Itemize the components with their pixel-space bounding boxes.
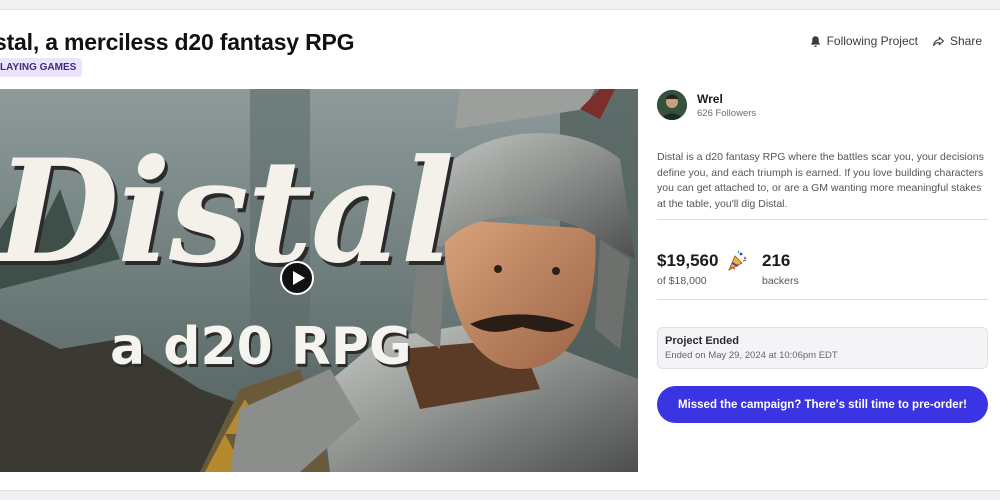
project-page: stal, a merciless d20 fantasy RPG LAYING… (0, 10, 1000, 490)
top-bar (0, 0, 1000, 10)
video-title-art: Distal (0, 129, 455, 295)
pledged-amount: $19,560 (657, 251, 719, 270)
project-actions: Following Project Share (809, 34, 982, 48)
share-label: Share (949, 34, 982, 48)
project-title: stal, a merciless d20 fantasy RPG (0, 29, 355, 55)
bottom-bar (0, 490, 1000, 500)
project-status-box: Project Ended Ended on May 29, 2024 at 1… (657, 327, 988, 369)
category-badge[interactable]: LAYING GAMES (0, 58, 83, 77)
creator-name[interactable]: Wrel (697, 92, 756, 106)
party-popper-icon (728, 250, 747, 271)
follow-button[interactable]: Following Project (809, 34, 918, 48)
follow-label: Following Project (826, 34, 918, 48)
divider (657, 219, 988, 220)
avatar[interactable] (657, 90, 687, 120)
creator-card[interactable]: Wrel 626 Followers (657, 90, 756, 120)
project-description: Distal is a d20 fantasy RPG where the ba… (657, 151, 984, 210)
pre-order-button[interactable]: Missed the campaign? There's still time … (657, 386, 988, 423)
share-icon (933, 36, 944, 46)
backers-count: 216 (762, 251, 791, 270)
goal-amount: of $18,000 (657, 275, 707, 287)
backers-label: backers (762, 275, 799, 287)
video-player[interactable]: Distal a d20 RPG (0, 89, 638, 472)
video-subtitle-art: a d20 RPG (110, 317, 412, 377)
play-button[interactable] (280, 261, 314, 295)
bell-icon (810, 35, 820, 47)
avatar-image (657, 90, 687, 120)
divider (657, 299, 988, 300)
project-end-date: Ended on May 29, 2024 at 10:06pm EDT (665, 350, 838, 361)
share-button[interactable]: Share (932, 34, 982, 48)
play-icon (292, 271, 305, 285)
creator-followers: 626 Followers (697, 107, 757, 119)
project-status-title: Project Ended (665, 335, 739, 347)
